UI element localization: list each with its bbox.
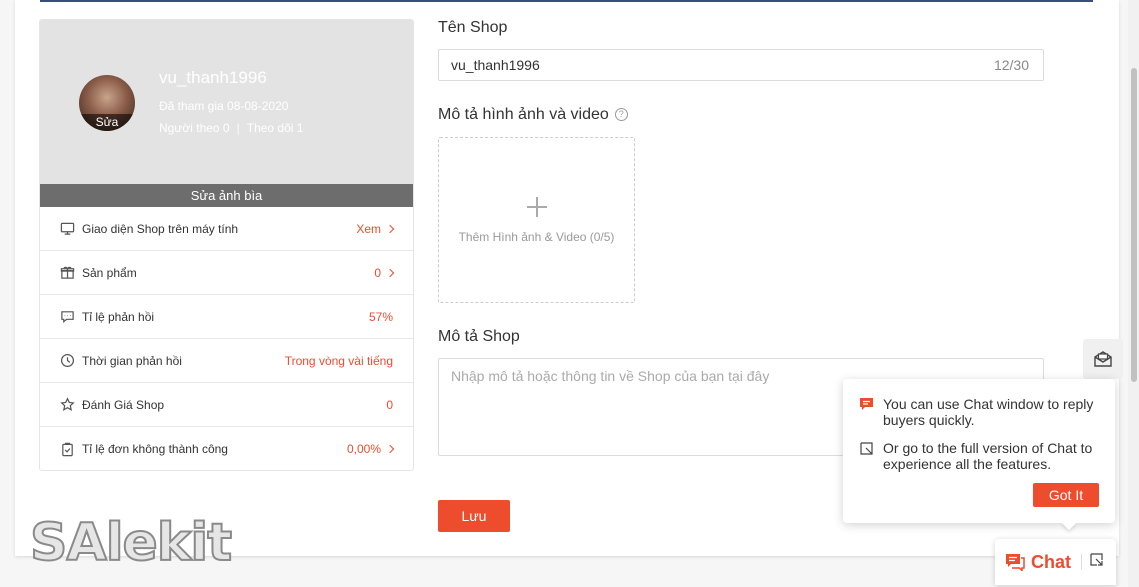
follow-separator: | xyxy=(236,121,240,135)
monitor-icon xyxy=(59,221,75,237)
stat-label: Tỉ lệ đơn không thành công xyxy=(82,442,228,456)
joined-date: Đã tham gia 08-08-2020 xyxy=(159,99,289,113)
plus-icon xyxy=(527,197,547,217)
media-upload-box[interactable]: Thêm Hình ảnh & Video (0/5) xyxy=(438,137,635,303)
followers-count: Người theo 0 xyxy=(159,121,230,135)
avatar-edit-label[interactable]: Sửa xyxy=(79,114,135,131)
stat-row-desktop-view[interactable]: Giao diện Shop trên máy tính Xem xyxy=(40,207,413,251)
tip-text: Or go to the full version of Chat to exp… xyxy=(883,440,1093,472)
stat-value-link[interactable]: 0,00% xyxy=(346,442,395,456)
top-divider xyxy=(40,0,1093,2)
stat-value: Trong vòng vài tiếng xyxy=(284,353,393,368)
chevron-right-icon xyxy=(385,224,395,233)
clock-icon xyxy=(59,353,75,369)
stat-value: 0,00% xyxy=(346,442,381,456)
save-button[interactable]: Lưu xyxy=(438,500,510,532)
external-link-icon xyxy=(859,441,875,472)
shop-name-input[interactable]: vu_thanh1996 12/30 xyxy=(438,49,1044,81)
shop-username: vu_thanh1996 xyxy=(159,68,267,87)
tip-row-chat-window: You can use Chat window to reply buyers … xyxy=(859,396,1104,428)
tip-text: You can use Chat window to reply buyers … xyxy=(883,396,1094,428)
following-count: Theo dõi 1 xyxy=(246,121,304,135)
stat-label: Tỉ lệ phản hồi xyxy=(82,309,155,324)
scrollbar-thumb[interactable] xyxy=(1131,68,1137,382)
avatar[interactable]: Sửa xyxy=(79,75,135,131)
tip-row-full-version: Or go to the full version of Chat to exp… xyxy=(859,440,1104,472)
chat-icon xyxy=(1006,554,1025,571)
chat-icon xyxy=(859,397,875,428)
stat-row-products[interactable]: Sản phẩm 0 xyxy=(40,251,413,295)
shop-description-label: Mô tả Shop xyxy=(438,328,520,345)
stat-value-link[interactable]: Xem xyxy=(356,221,395,236)
stat-value: Xem xyxy=(356,221,381,236)
chat-label[interactable]: Chat xyxy=(1031,552,1071,573)
stat-label: Thời gian phản hồi xyxy=(82,353,182,368)
stat-label: Giao diện Shop trên máy tính xyxy=(82,221,239,236)
chat-tooltip: You can use Chat window to reply buyers … xyxy=(843,379,1115,531)
help-icon[interactable]: ? xyxy=(614,108,628,122)
stat-label: Đánh Giá Shop xyxy=(82,397,165,412)
notification-mail-button[interactable] xyxy=(1083,339,1123,379)
chevron-right-icon xyxy=(385,268,395,277)
edit-cover-button[interactable]: Sửa ảnh bìa xyxy=(40,184,413,207)
chevron-right-icon xyxy=(385,444,395,454)
stat-row-failed-orders[interactable]: Tỉ lệ đơn không thành công 0,00% xyxy=(40,427,413,470)
char-counter: 12/30 xyxy=(993,57,1029,73)
shop-stats-list: Giao diện Shop trên máy tính Xem Sản phẩ… xyxy=(40,207,413,470)
chat-bar[interactable]: Chat xyxy=(995,539,1116,585)
stat-value: 57% xyxy=(368,309,393,324)
stat-row-response-rate: Tỉ lệ phản hồi 57% xyxy=(40,295,413,339)
expand-chat-icon[interactable] xyxy=(1090,553,1103,571)
got-it-button[interactable]: Got It xyxy=(1033,483,1099,507)
media-label: Mô tả hình ảnh và video? xyxy=(438,106,628,124)
upload-text: Thêm Hình ảnh & Video (0/5) xyxy=(458,230,615,244)
chat-bubble-icon xyxy=(59,309,75,325)
stat-label: Sản phẩm xyxy=(82,265,137,280)
star-icon xyxy=(59,397,75,413)
shop-name-value[interactable]: vu_thanh1996 xyxy=(451,57,994,73)
shop-name-label: Tên Shop xyxy=(438,19,508,36)
stat-value-link[interactable]: 0 xyxy=(374,265,395,280)
stat-row-response-time: Thời gian phản hồi Trong vòng vài tiếng xyxy=(40,339,413,383)
media-label-text: Mô tả hình ảnh và video xyxy=(438,106,609,123)
stat-value: 0 xyxy=(386,397,393,412)
gift-icon xyxy=(59,265,75,281)
follow-stats: Người theo 0 | Theo dõi 1 xyxy=(159,121,303,135)
stat-value: 0 xyxy=(374,265,381,280)
stat-row-shop-rating: Đánh Giá Shop 0 xyxy=(40,383,413,427)
watermark-logo: SAlekit xyxy=(29,513,233,573)
mail-icon xyxy=(1094,351,1112,367)
shop-profile-panel: Sửa vu_thanh1996 Đã tham gia 08-08-2020 … xyxy=(39,19,414,471)
chat-bar-divider xyxy=(1081,554,1082,570)
clipboard-icon xyxy=(59,441,75,457)
